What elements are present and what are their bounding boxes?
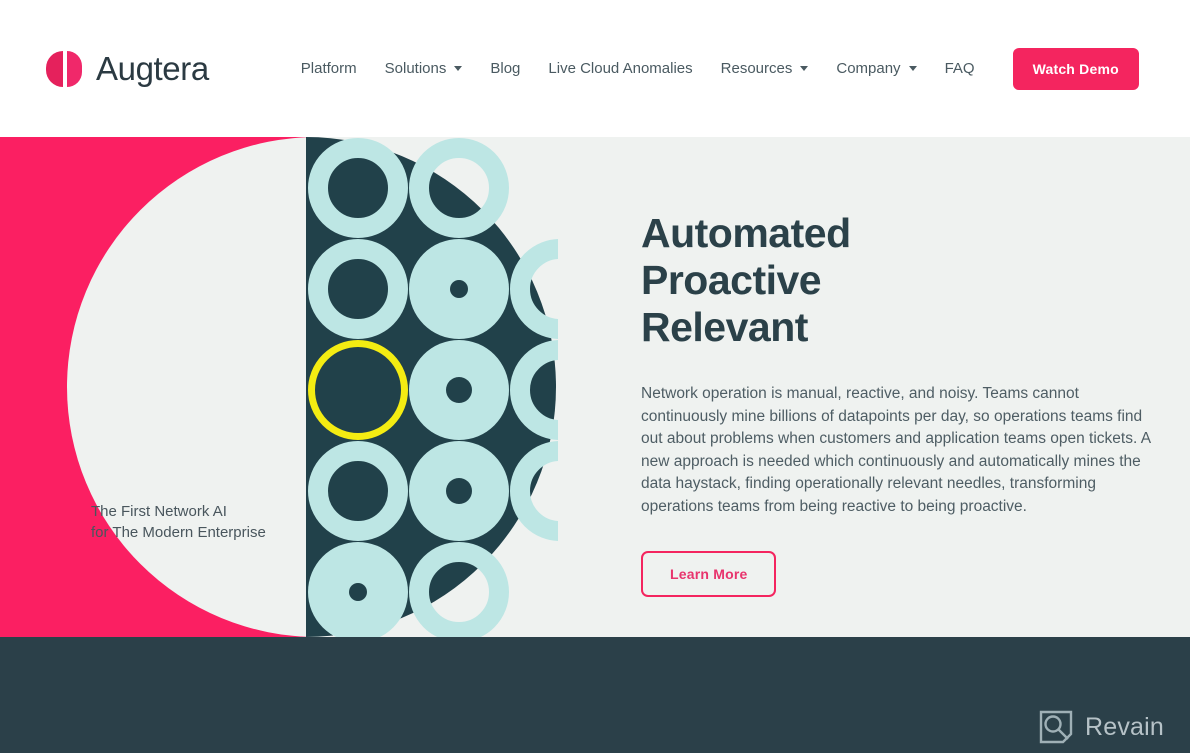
nav-item-faq[interactable]: FAQ bbox=[931, 52, 989, 85]
headline-line1: Automated bbox=[641, 210, 851, 256]
chevron-down-icon bbox=[908, 66, 917, 71]
headline-line3: Relevant bbox=[641, 304, 808, 350]
revain-magnifier-icon bbox=[1039, 710, 1073, 744]
decorative-dot-ring bbox=[308, 542, 408, 637]
decorative-dot-ring bbox=[409, 239, 509, 339]
nav-label: Blog bbox=[490, 60, 521, 77]
nav-item-live-cloud-anomalies[interactable]: Live Cloud Anomalies bbox=[534, 52, 706, 85]
hero-pink-panel bbox=[0, 137, 306, 637]
learn-more-button[interactable]: Learn More bbox=[641, 551, 777, 597]
logo-left-half bbox=[46, 50, 63, 87]
hero-tagline-line2: for The Modern Enterprise bbox=[91, 524, 266, 541]
chevron-down-icon bbox=[454, 66, 463, 71]
nav-label: FAQ bbox=[944, 60, 975, 77]
nav-item-resources[interactable]: Resources bbox=[707, 52, 823, 85]
decorative-ring bbox=[308, 239, 408, 339]
footer-band: Revain bbox=[0, 637, 1190, 753]
nav-item-blog[interactable]: Blog bbox=[476, 52, 534, 85]
headline-line2: Proactive bbox=[641, 257, 822, 303]
nav-label: Platform bbox=[300, 60, 357, 77]
nav-label: Solutions bbox=[384, 60, 447, 77]
decorative-ring bbox=[308, 441, 408, 541]
decorative-ring bbox=[409, 138, 509, 238]
landing-page: Augtera Platform Solutions Blog Live Clo… bbox=[0, 0, 1190, 753]
decorative-dot-ring bbox=[409, 441, 509, 541]
brand-name: Augtera bbox=[96, 50, 209, 87]
revain-watermark-label: Revain bbox=[1084, 712, 1164, 741]
nav-item-company[interactable]: Company bbox=[822, 52, 930, 85]
nav-label: Resources bbox=[720, 60, 793, 77]
page-title: Automated Proactive Relevant bbox=[641, 210, 1161, 351]
site-header: Augtera Platform Solutions Blog Live Clo… bbox=[0, 0, 1190, 137]
augtera-split-circle-logo-icon bbox=[46, 50, 82, 87]
hero-section: The First Network AI for The Modern Ente… bbox=[0, 137, 1190, 637]
hero-circle-graphic bbox=[306, 137, 558, 637]
logo-right-half bbox=[67, 50, 82, 87]
watch-demo-button[interactable]: Watch Demo bbox=[1012, 47, 1139, 90]
nav-item-solutions[interactable]: Solutions bbox=[371, 52, 477, 85]
decorative-ring bbox=[308, 138, 408, 238]
hero-copy: Automated Proactive Relevant Network ope… bbox=[641, 137, 1161, 637]
nav-label: Company bbox=[836, 60, 901, 77]
brand-logo[interactable]: Augtera bbox=[46, 50, 209, 87]
main-navigation: Platform Solutions Blog Live Cloud Anoma… bbox=[287, 47, 1139, 90]
nav-label: Live Cloud Anomalies bbox=[548, 60, 693, 77]
nav-item-platform[interactable]: Platform bbox=[287, 52, 371, 85]
decorative-dot-ring bbox=[409, 340, 509, 440]
hero-tagline-line1: The First Network AI bbox=[91, 503, 227, 520]
revain-watermark: Revain bbox=[1039, 710, 1164, 744]
highlight-ring bbox=[308, 340, 408, 440]
chevron-down-icon bbox=[800, 66, 809, 71]
hero-light-half-disc bbox=[67, 137, 306, 637]
decorative-ring bbox=[409, 542, 509, 637]
hero-tagline: The First Network AI for The Modern Ente… bbox=[91, 501, 301, 543]
hero-description: Network operation is manual, reactive, a… bbox=[641, 385, 1151, 515]
